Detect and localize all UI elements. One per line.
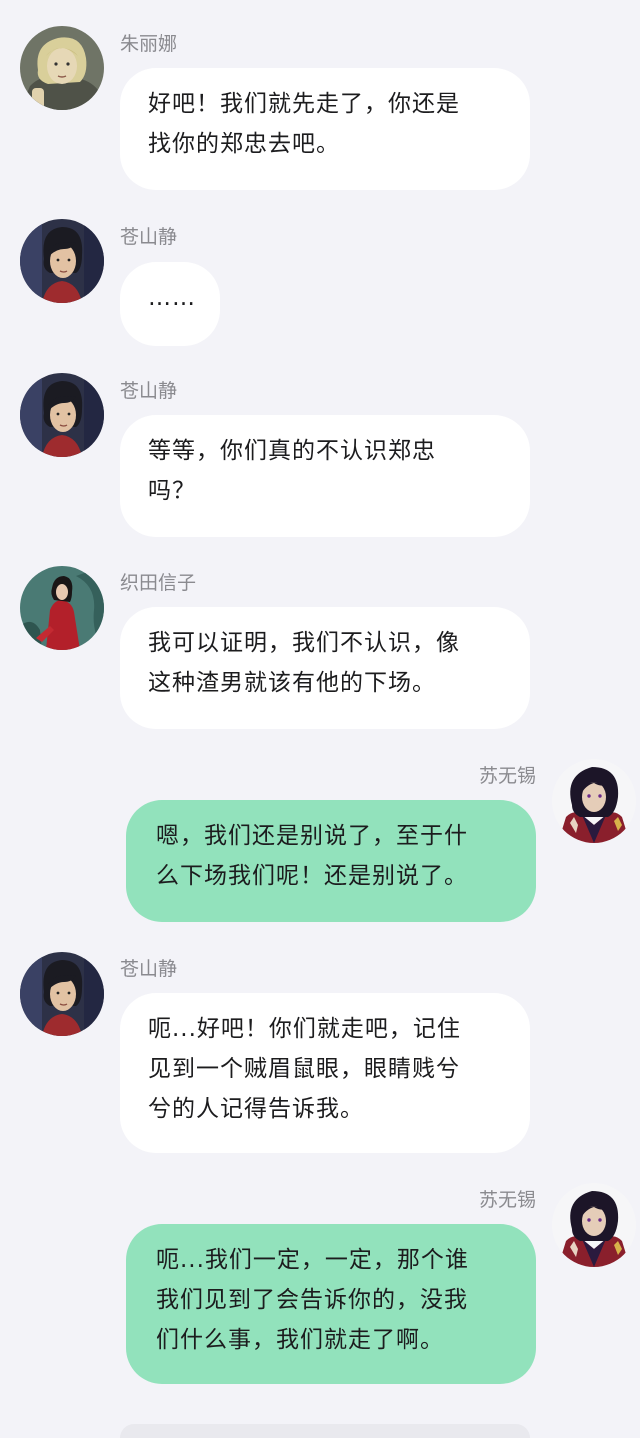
red-dress-woman-avatar-icon[interactable] [20, 566, 104, 650]
dark-hair-man-avatar-icon[interactable] [20, 373, 104, 457]
message-text-line: 兮的人记得告诉我。 [148, 1096, 364, 1122]
message-text-line: 找你的郑忠去吧。 [148, 131, 340, 157]
outgoing-message-bubble[interactable]: 嗯，我们还是别说了，至于什 么下场我们呢！还是别说了。 [126, 800, 536, 922]
dark-hair-man-avatar-icon[interactable] [20, 219, 104, 303]
sender-name: 苏无锡 [478, 1189, 536, 1211]
message-text-line: 这种渣男就该有他的下场。 [148, 670, 436, 696]
chat-thread: 朱丽娜 好吧！我们就先走了，你还是 找你的郑忠去吧。 苍山静 …… 苍山静 等等… [0, 0, 640, 1438]
message-text-line: 我们见到了会告诉你的，没我 [156, 1287, 468, 1313]
sender-name: 苍山静 [120, 226, 178, 248]
message-text-line: 么下场我们呢！还是别说了。 [156, 863, 468, 889]
incoming-message-bubble[interactable]: …… [120, 262, 220, 346]
sender-name: 苍山静 [120, 958, 178, 980]
message-text-line: …… [148, 285, 196, 311]
message-text-line: 我可以证明，我们不认识，像 [148, 630, 460, 656]
incoming-message-bubble[interactable]: 好吧！我们就先走了，你还是 找你的郑忠去吧。 [120, 68, 530, 190]
outgoing-message-bubble[interactable]: 呃...我们一定，一定，那个谁 我们见到了会告诉你的，没我 们什么事，我们就走了… [126, 1224, 536, 1384]
incoming-message-bubble[interactable]: 我可以证明，我们不认识，像 这种渣男就该有他的下场。 [120, 607, 530, 729]
sender-name: 苏无锡 [478, 765, 536, 787]
incoming-message-bubble[interactable]: 等等，你们真的不认识郑忠 吗？ [120, 415, 530, 537]
message-text-line: 等等，你们真的不认识郑忠 [148, 438, 436, 464]
caped-man-avatar-icon[interactable] [552, 759, 636, 843]
caped-man-avatar-icon[interactable] [552, 1183, 636, 1267]
dark-hair-man-avatar-icon[interactable] [20, 952, 104, 1036]
next-message-bubble-edge [120, 1424, 530, 1438]
incoming-message-bubble[interactable]: 呃...好吧！你们就走吧，记住 见到一个贼眉鼠眼，眼睛贱兮 兮的人记得告诉我。 [120, 993, 530, 1153]
message-text-line: 呃...好吧！你们就走吧，记住 [148, 1016, 461, 1042]
blonde-woman-avatar-icon[interactable] [20, 26, 104, 110]
sender-name: 苍山静 [120, 380, 178, 402]
message-text-line: 呃...我们一定，一定，那个谁 [156, 1247, 469, 1273]
sender-name: 织田信子 [120, 572, 197, 594]
message-text-line: 嗯，我们还是别说了，至于什 [156, 823, 468, 849]
message-text-line: 们什么事，我们就走了啊。 [156, 1327, 444, 1353]
message-text-line: 好吧！我们就先走了，你还是 [148, 91, 460, 117]
sender-name: 朱丽娜 [120, 33, 178, 55]
message-text-line: 吗？ [148, 478, 196, 504]
message-text-line: 见到一个贼眉鼠眼，眼睛贱兮 [148, 1056, 460, 1082]
